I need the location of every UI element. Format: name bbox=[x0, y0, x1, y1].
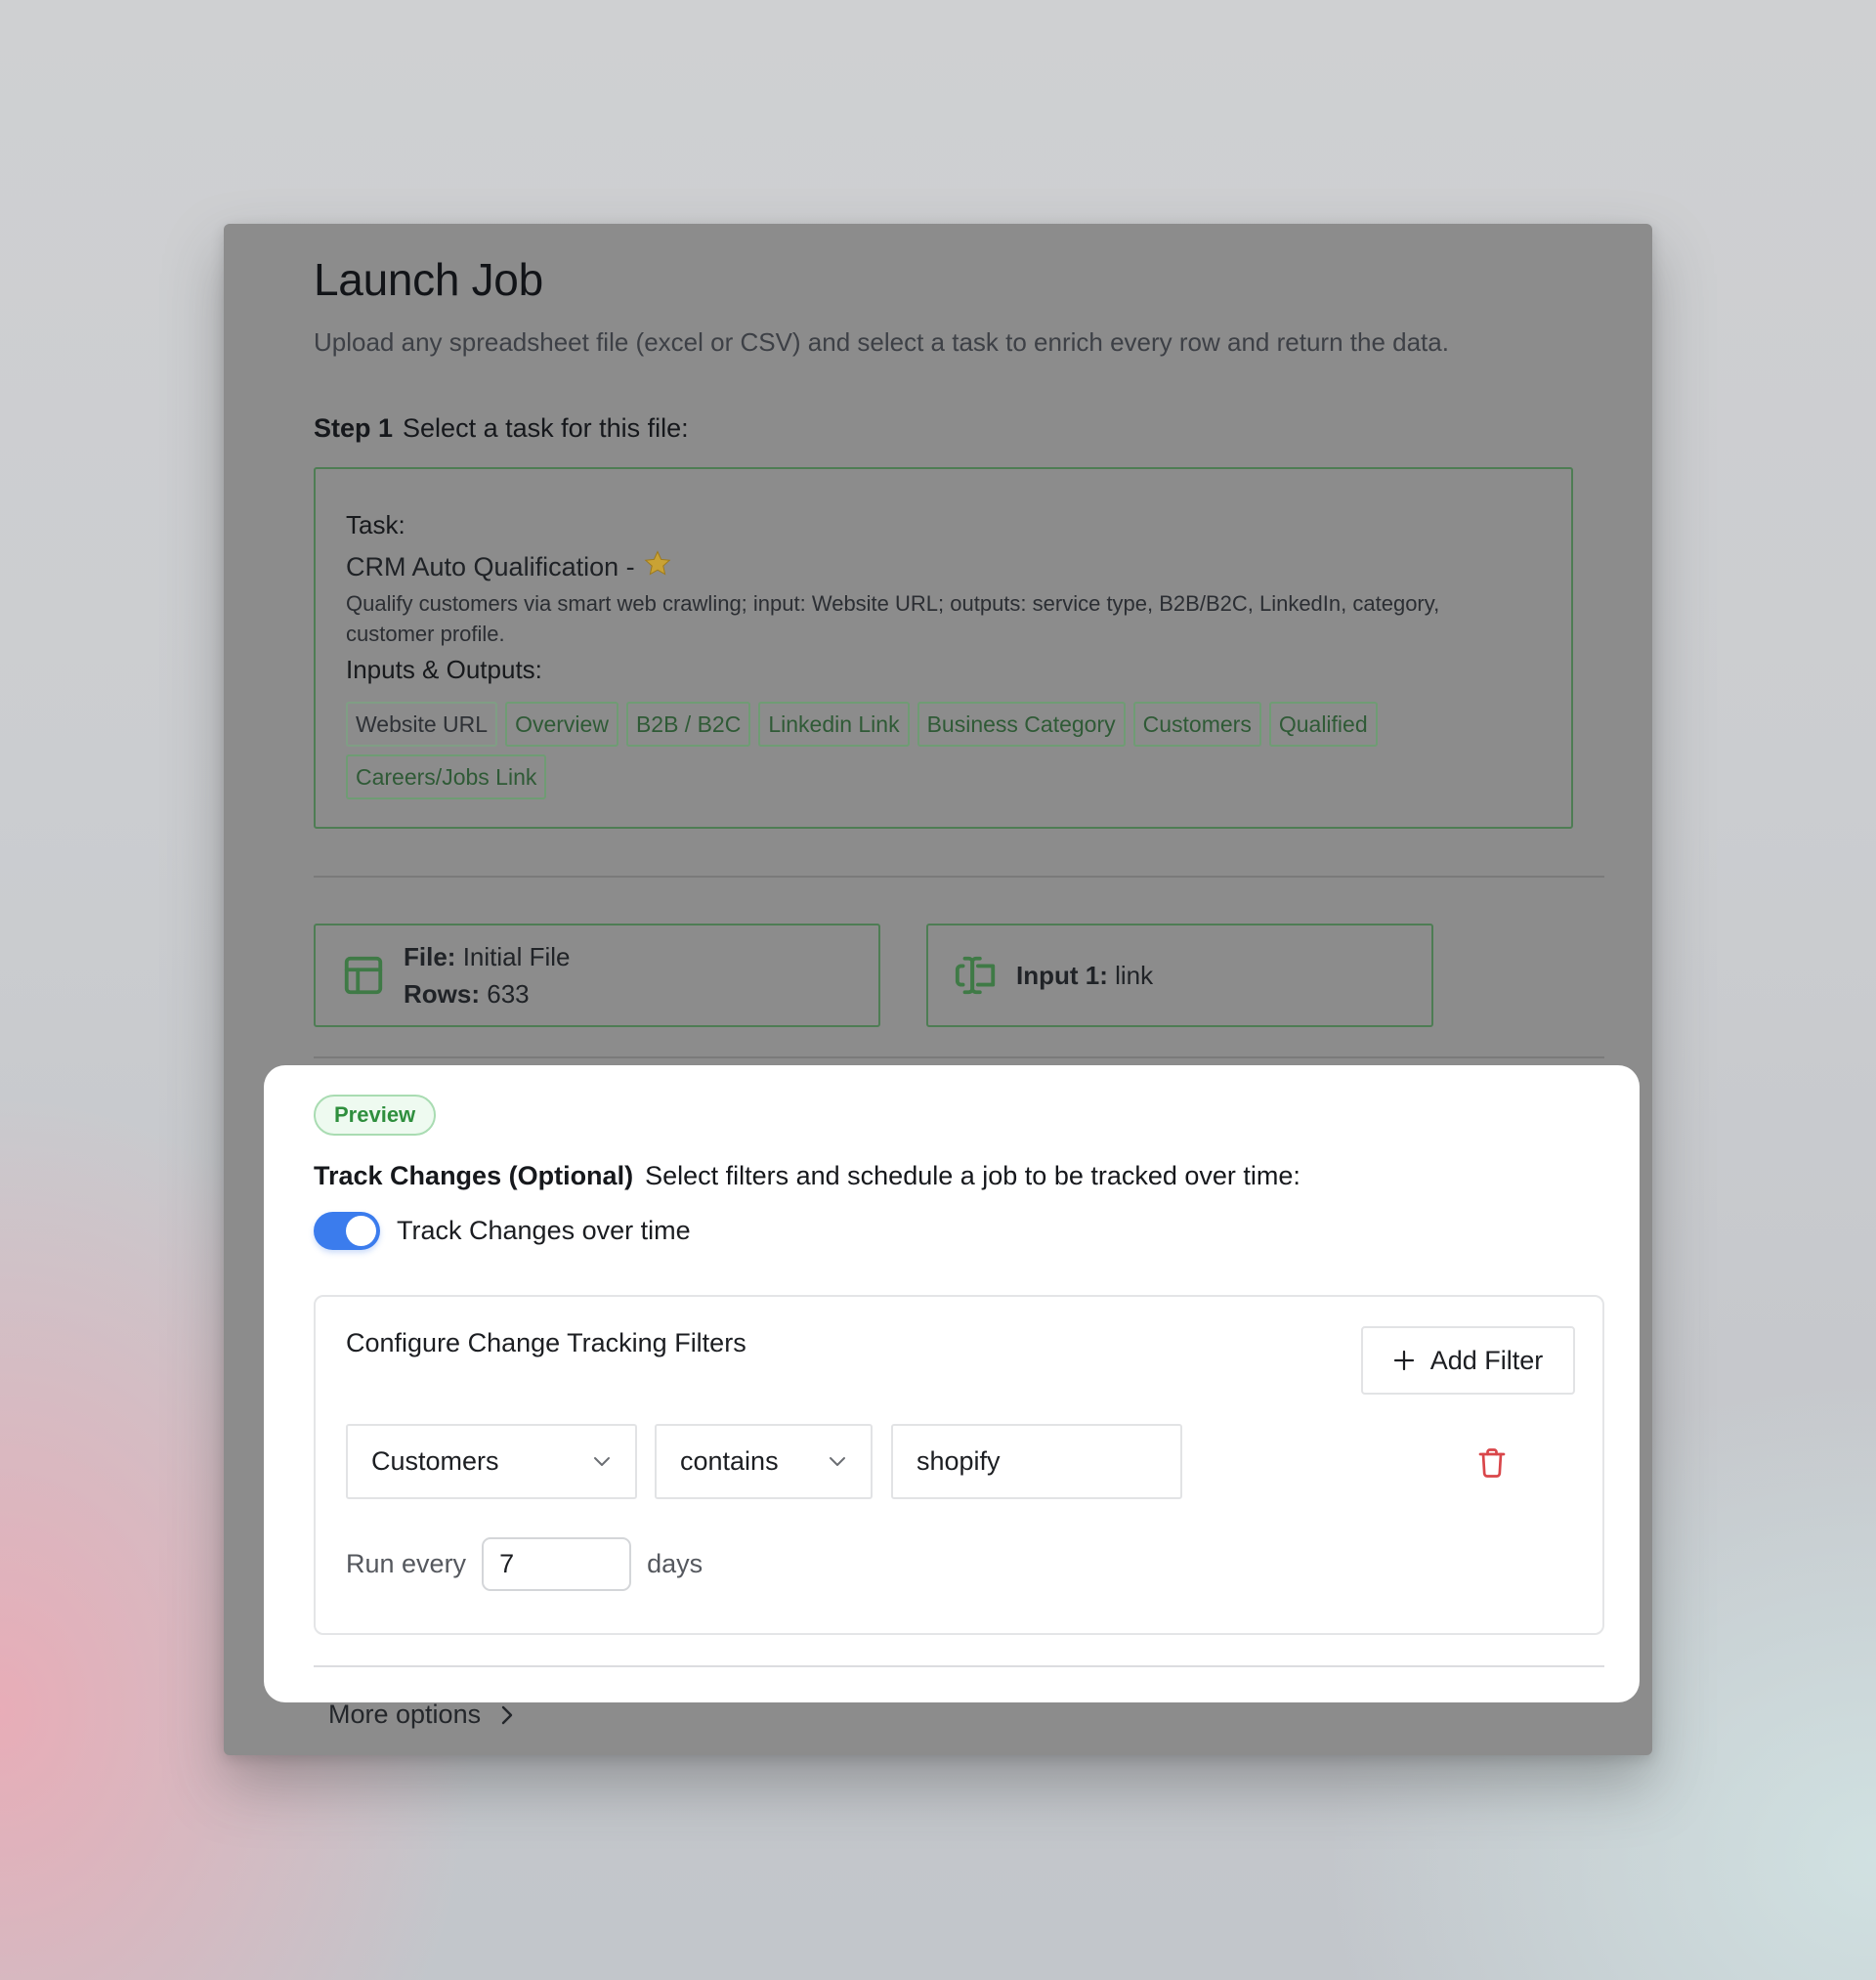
run-every-row: Run every 7 days bbox=[346, 1537, 703, 1591]
task-name: CRM Auto Qualification - bbox=[346, 549, 672, 585]
step1-heading: Step 1 Select a task for this file: bbox=[314, 413, 689, 444]
input-mapping-card[interactable]: Input 1: link bbox=[926, 924, 1433, 1027]
track-changes-title: Track Changes (Optional) bbox=[314, 1161, 634, 1190]
filter-operator-value: contains bbox=[680, 1446, 779, 1476]
rows-row: Rows: 633 bbox=[404, 975, 571, 1012]
task-card[interactable]: Task: CRM Auto Qualification - Qualify c… bbox=[314, 467, 1573, 829]
run-every-label: Run every bbox=[346, 1549, 467, 1578]
rows-value: 633 bbox=[487, 979, 530, 1009]
filter-value-text: shopify bbox=[917, 1446, 1001, 1476]
inputs-outputs-label: Inputs & Outputs: bbox=[346, 655, 542, 684]
file-card: File: Initial File Rows: 633 bbox=[314, 924, 880, 1027]
divider bbox=[314, 876, 1604, 878]
add-filter-label: Add Filter bbox=[1429, 1345, 1544, 1375]
io-tag: Linkedin Link bbox=[758, 702, 910, 747]
track-changes-toggle[interactable] bbox=[314, 1212, 380, 1250]
table-icon bbox=[341, 953, 386, 998]
task-description: Qualify customers via smart web crawling… bbox=[346, 591, 1440, 646]
io-tag: Overview bbox=[505, 702, 618, 747]
rows-label: Rows: bbox=[404, 979, 480, 1009]
chevron-down-icon bbox=[828, 1456, 847, 1468]
page-title: Launch Job bbox=[314, 254, 543, 305]
io-tag: Customers bbox=[1132, 702, 1261, 747]
filters-card: Configure Change Tracking Filters Add Fi… bbox=[314, 1295, 1604, 1635]
more-options-label: More options bbox=[328, 1700, 482, 1729]
chevron-right-icon bbox=[500, 1704, 514, 1726]
add-filter-button[interactable]: Add Filter bbox=[1361, 1326, 1575, 1395]
chevron-down-icon bbox=[592, 1456, 612, 1468]
io-tag: Business Category bbox=[917, 702, 1126, 747]
step1-text: Select a task for this file: bbox=[403, 413, 689, 443]
input-label: Input 1: bbox=[1016, 961, 1108, 990]
input-mapping-text: Input 1: link bbox=[1016, 957, 1153, 994]
io-tag: Qualified bbox=[1268, 702, 1378, 747]
plus-icon bbox=[1393, 1350, 1415, 1371]
divider bbox=[314, 1056, 1604, 1058]
star-icon bbox=[643, 549, 672, 585]
preview-badge: Preview bbox=[314, 1095, 437, 1136]
io-tag: Website URL bbox=[346, 702, 498, 747]
track-changes-toggle-label: Track Changes over time bbox=[397, 1216, 691, 1245]
delete-filter-button[interactable] bbox=[1474, 1445, 1510, 1481]
trash-icon bbox=[1474, 1445, 1510, 1481]
run-every-input[interactable]: 7 bbox=[482, 1537, 632, 1591]
filter-operator-select[interactable]: contains bbox=[655, 1424, 873, 1499]
page-subtitle: Upload any spreadsheet file (excel or CS… bbox=[314, 327, 1449, 357]
run-every-unit: days bbox=[647, 1549, 704, 1578]
filter-field-value: Customers bbox=[371, 1446, 499, 1476]
input-value: link bbox=[1115, 961, 1154, 990]
text-cursor-input-icon bbox=[952, 953, 1001, 998]
more-options-toggle[interactable]: More options bbox=[328, 1700, 514, 1730]
track-changes-description: Select filters and schedule a job to be … bbox=[645, 1161, 1300, 1190]
filter-value-input[interactable]: shopify bbox=[891, 1424, 1182, 1499]
run-every-value: 7 bbox=[499, 1549, 515, 1578]
divider bbox=[314, 1665, 1604, 1667]
file-value: Initial File bbox=[462, 942, 571, 971]
file-label: File: bbox=[404, 942, 456, 971]
track-changes-heading: Track Changes (Optional) Select filters a… bbox=[314, 1161, 1300, 1191]
io-tag: Careers/Jobs Link bbox=[346, 754, 547, 799]
filters-title: Configure Change Tracking Filters bbox=[346, 1328, 746, 1357]
task-name-text: CRM Auto Qualification - bbox=[346, 552, 635, 581]
io-tag-list: Website URL Overview B2B / B2C Linkedin … bbox=[346, 702, 1548, 799]
track-changes-panel: Preview Track Changes (Optional) Select f… bbox=[264, 1065, 1640, 1702]
task-label: Task: bbox=[346, 510, 405, 539]
filter-field-select[interactable]: Customers bbox=[346, 1424, 637, 1499]
toggle-knob bbox=[346, 1216, 376, 1246]
file-name-row: File: Initial File bbox=[404, 938, 571, 975]
step1-label: Step 1 bbox=[314, 413, 394, 443]
io-tag: B2B / B2C bbox=[625, 702, 751, 747]
